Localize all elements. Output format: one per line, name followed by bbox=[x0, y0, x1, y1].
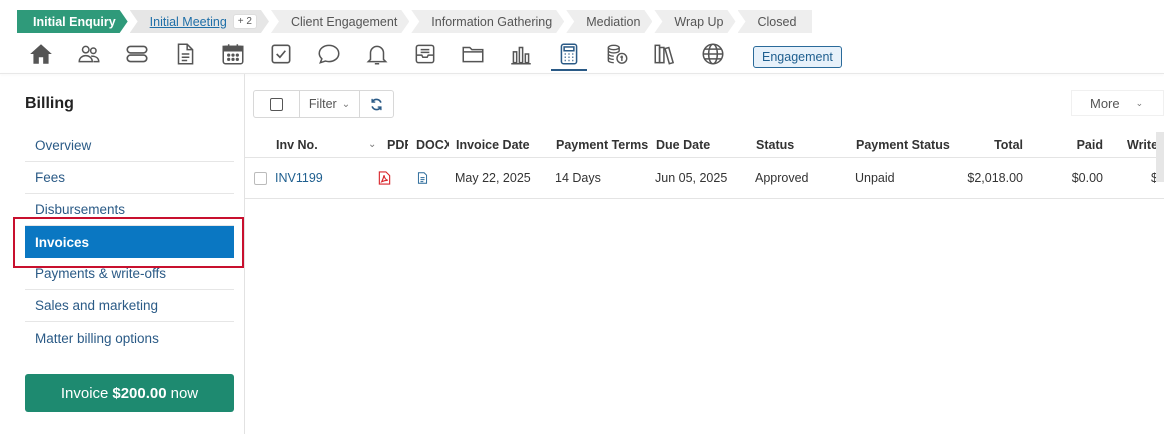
calendar-icon[interactable] bbox=[209, 38, 257, 70]
document-icon[interactable] bbox=[161, 38, 209, 70]
pdf-icon[interactable] bbox=[377, 158, 393, 198]
header-inv-no[interactable]: Inv No. bbox=[276, 132, 336, 157]
invoices-highlight-box bbox=[13, 217, 244, 268]
invoice-table-header: Inv No. ⌄ PDF DOCX Invoice Date Payment … bbox=[245, 132, 1164, 158]
sidebar-item-fees[interactable]: Fees bbox=[25, 162, 234, 194]
stage-label: Client Engagement bbox=[290, 14, 398, 29]
home-icon[interactable] bbox=[17, 38, 65, 70]
sidebar-item-matter-billing-options[interactable]: Matter billing options bbox=[25, 322, 234, 354]
select-all-checkbox[interactable] bbox=[270, 97, 283, 111]
stage-wrap-up[interactable]: Wrap Up bbox=[654, 10, 735, 33]
stage-initial-enquiry[interactable]: Initial Enquiry bbox=[17, 10, 128, 33]
stage-information-gathering[interactable]: Information Gathering bbox=[411, 10, 564, 33]
engagement-button[interactable]: Engagement bbox=[753, 46, 842, 68]
stage-breadcrumb: Initial Enquiry Initial Meeting + 2 Clien… bbox=[17, 10, 814, 33]
books-icon[interactable] bbox=[641, 38, 689, 70]
stage-closed[interactable]: Closed bbox=[737, 10, 813, 33]
invoice-button-amount: $200.00 bbox=[112, 384, 167, 402]
cell-invoice-date: May 22, 2025 bbox=[455, 171, 531, 185]
folder-icon[interactable] bbox=[449, 38, 497, 70]
stage-label: Wrap Up bbox=[674, 14, 724, 29]
stage-label: Information Gathering bbox=[431, 14, 553, 29]
checkbox-icon[interactable] bbox=[257, 38, 305, 70]
cell-payment-terms: 14 Days bbox=[555, 171, 601, 185]
header-write-off[interactable]: Write bbox=[1127, 132, 1157, 157]
chevron-down-icon: ⌄ bbox=[1135, 97, 1144, 108]
vertical-scrollbar[interactable] bbox=[1156, 132, 1164, 182]
header-invoice-date[interactable]: Invoice Date bbox=[456, 132, 546, 157]
cell-status: Approved bbox=[755, 171, 809, 185]
select-all-checkbox-wrap[interactable] bbox=[254, 91, 300, 117]
stage-initial-meeting[interactable]: Initial Meeting + 2 bbox=[130, 10, 269, 33]
sidebar-item-sales-marketing[interactable]: Sales and marketing bbox=[25, 290, 234, 322]
row-checkbox-wrap[interactable] bbox=[254, 158, 268, 198]
filter-button[interactable]: Filter ⌄ bbox=[300, 91, 360, 117]
coins-icon[interactable] bbox=[593, 38, 641, 70]
inbox-icon[interactable] bbox=[401, 38, 449, 70]
cell-due-date: Jun 05, 2025 bbox=[655, 171, 728, 185]
sidebar-title: Billing bbox=[25, 95, 74, 112]
calculator-icon[interactable] bbox=[545, 38, 593, 71]
stage-mediation[interactable]: Mediation bbox=[566, 10, 652, 33]
more-label: More bbox=[1090, 95, 1120, 111]
header-total[interactable]: Total bbox=[945, 132, 1023, 157]
filter-label: Filter bbox=[308, 97, 337, 111]
header-payment-status[interactable]: Payment Status bbox=[856, 132, 956, 157]
chat-icon[interactable] bbox=[305, 38, 353, 70]
header-status[interactable]: Status bbox=[756, 132, 846, 157]
invoice-list-toolbar: Filter ⌄ bbox=[253, 90, 394, 118]
header-docx: DOCX bbox=[416, 137, 449, 152]
invoice-now-button[interactable]: Invoice $200.00 now bbox=[25, 374, 234, 412]
invoice-number-link[interactable]: INV1199 bbox=[275, 158, 345, 198]
more-dropdown[interactable]: More ⌄ bbox=[1071, 90, 1164, 116]
cell-paid: $0.00 bbox=[1071, 171, 1103, 185]
refresh-button[interactable] bbox=[360, 91, 393, 117]
invoice-button-prefix: Invoice bbox=[60, 384, 109, 402]
table-row[interactable]: INV1199 May 22, 2025 14 Days Jun 05, 202… bbox=[245, 158, 1164, 199]
matter-icon-toolbar: Engagement bbox=[17, 38, 842, 72]
docx-icon[interactable] bbox=[416, 158, 432, 198]
bell-icon[interactable] bbox=[353, 38, 401, 70]
row-checkbox[interactable] bbox=[254, 171, 267, 185]
sidebar-item-overview[interactable]: Overview bbox=[25, 130, 234, 162]
stage-label: Closed bbox=[757, 14, 797, 29]
header-paid[interactable]: Paid bbox=[1035, 132, 1103, 157]
globe-icon[interactable] bbox=[689, 38, 737, 70]
stage-client-engagement[interactable]: Client Engagement bbox=[271, 10, 409, 33]
header-payment-terms[interactable]: Payment Terms bbox=[556, 132, 651, 157]
stack-icon[interactable] bbox=[113, 38, 161, 70]
stage-count-badge[interactable]: + 2 bbox=[233, 14, 257, 29]
chevron-down-icon: ⌄ bbox=[341, 98, 351, 110]
invoice-button-suffix: now bbox=[170, 384, 199, 402]
header-due-date[interactable]: Due Date bbox=[656, 132, 746, 157]
sort-chevron-icon[interactable]: ⌄ bbox=[368, 132, 380, 157]
cell-payment-status: Unpaid bbox=[855, 171, 895, 185]
refresh-icon bbox=[371, 98, 382, 110]
billing-sidebar: Billing Overview Fees Disbursements Invo… bbox=[0, 74, 245, 434]
stage-label: Mediation bbox=[586, 14, 641, 29]
stage-label: Initial Meeting bbox=[149, 14, 227, 29]
cell-total: $2,018.00 bbox=[967, 171, 1023, 185]
stage-label: Initial Enquiry bbox=[33, 14, 116, 29]
people-icon[interactable] bbox=[65, 38, 113, 70]
header-pdf: PDF bbox=[387, 137, 408, 152]
chart-icon[interactable] bbox=[497, 38, 545, 70]
